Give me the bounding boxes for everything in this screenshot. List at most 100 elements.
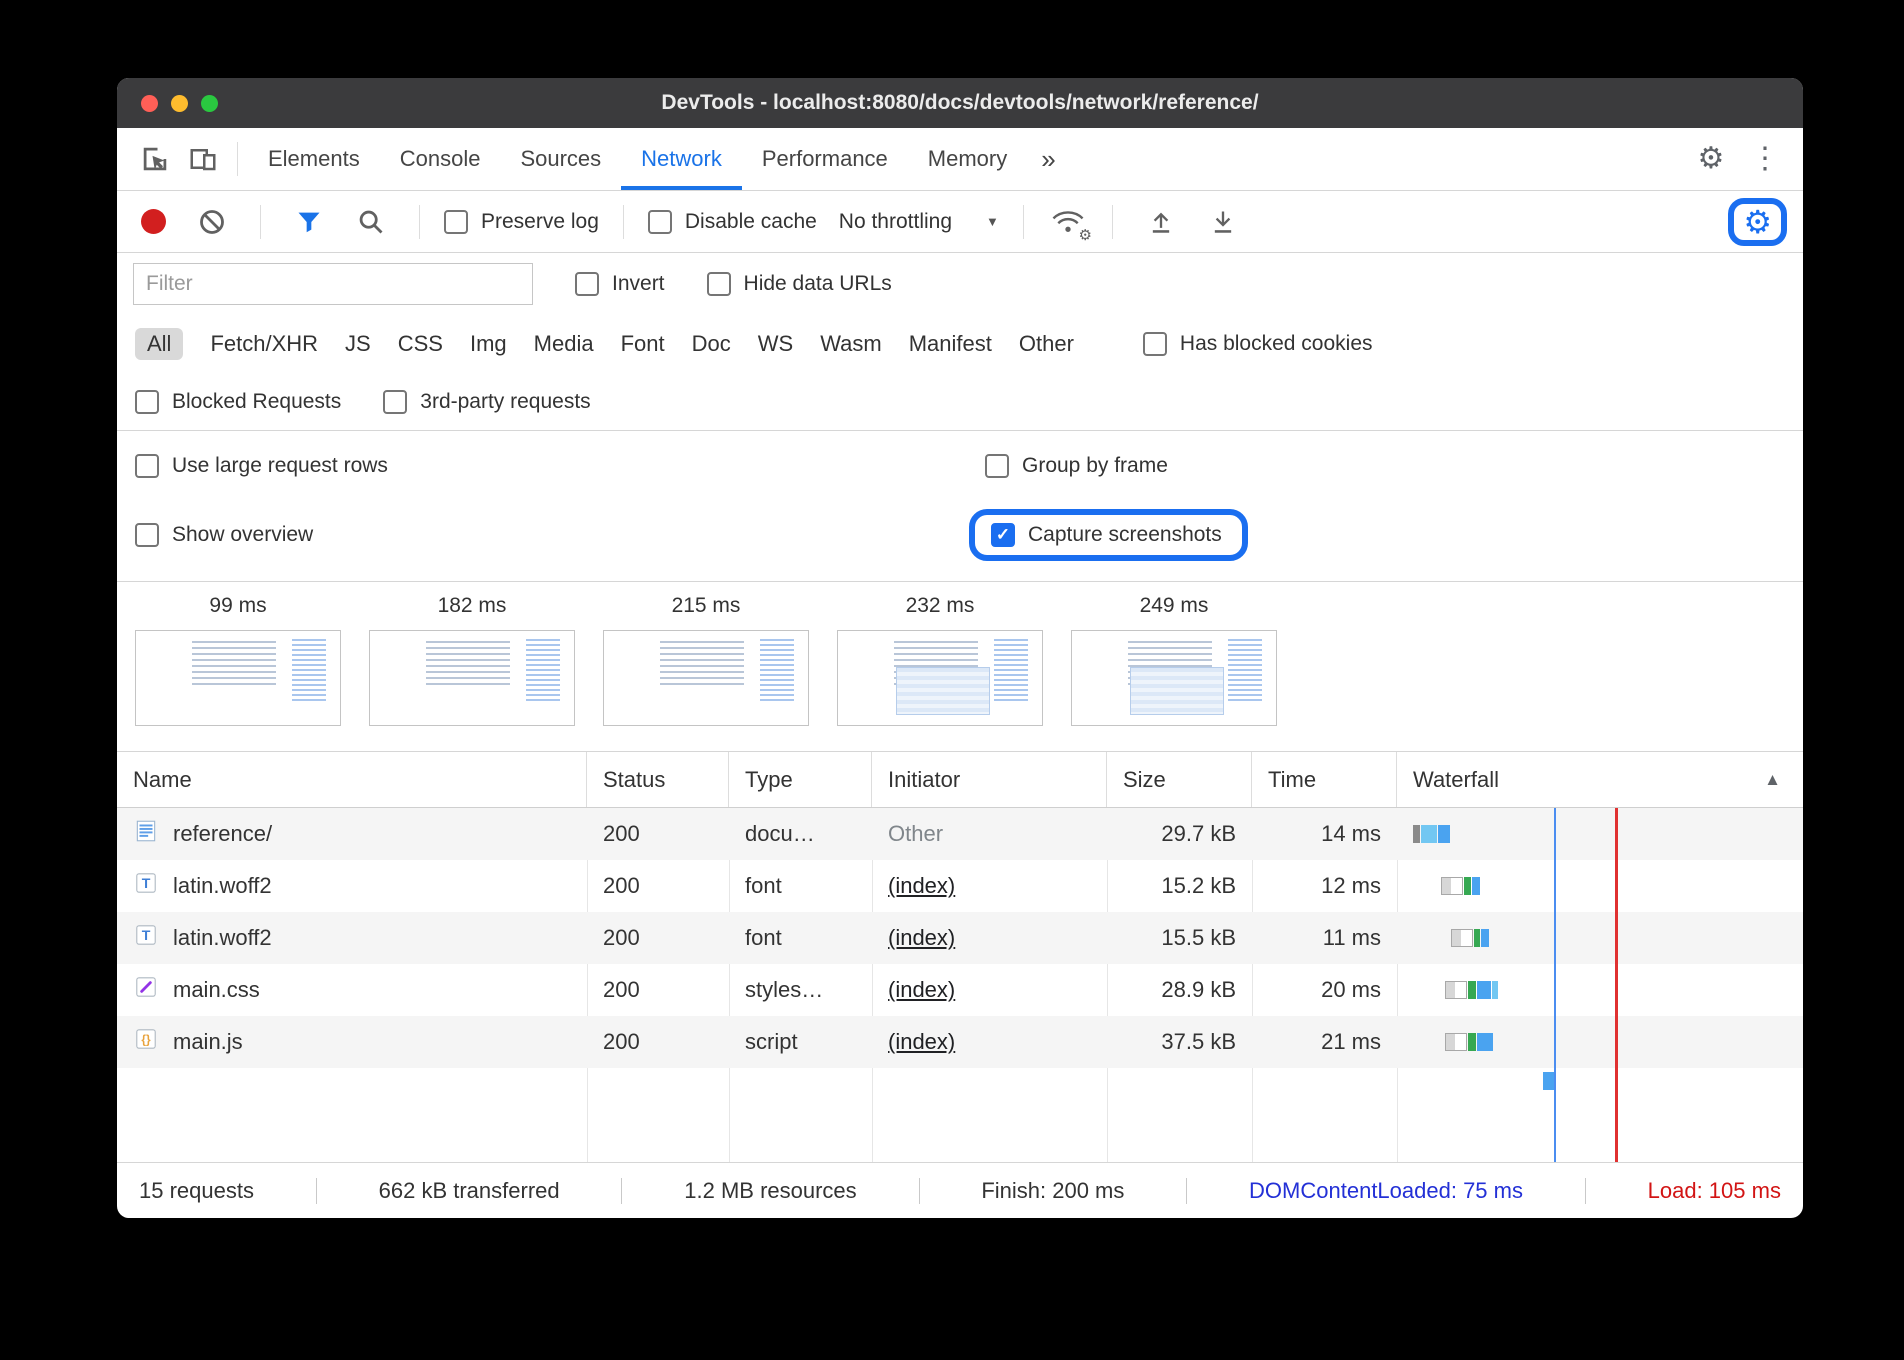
tab-elements[interactable]: Elements (248, 128, 380, 190)
chip-js[interactable]: JS (345, 331, 371, 357)
close-window-button[interactable] (141, 95, 158, 112)
table-row-partial[interactable] (117, 1068, 1803, 1094)
divider (1023, 205, 1024, 239)
table-row[interactable]: {} main.js 200 script (index) 37.5 kB 21… (117, 1016, 1803, 1068)
request-size: 29.7 kB (1107, 808, 1252, 860)
chip-wasm[interactable]: Wasm (820, 331, 882, 357)
throttling-dropdown[interactable]: No throttling ▼ (839, 210, 999, 234)
search-icon[interactable] (347, 198, 395, 246)
screenshot-thumbnail[interactable] (135, 630, 341, 726)
column-header-type[interactable]: Type (729, 752, 872, 807)
tab-memory[interactable]: Memory (908, 128, 1027, 190)
table-row[interactable]: main.css 200 styles… (index) 28.9 kB 20 … (117, 964, 1803, 1016)
show-overview-toggle[interactable]: Show overview (135, 523, 985, 547)
chip-css[interactable]: CSS (398, 331, 443, 357)
group-by-frame-checkbox[interactable] (985, 454, 1009, 478)
blocked-requests-checkbox[interactable] (135, 390, 159, 414)
more-tabs-button[interactable]: » (1027, 128, 1069, 190)
chip-ws[interactable]: WS (758, 331, 793, 357)
filter-input[interactable] (133, 263, 533, 305)
has-blocked-cookies-toggle[interactable]: Has blocked cookies (1143, 332, 1373, 356)
capture-screenshots-checkbox[interactable]: ✓ (991, 523, 1015, 547)
chip-all[interactable]: All (135, 328, 183, 360)
initiator-link[interactable]: (index) (888, 873, 955, 899)
waterfall-bars (1445, 964, 1498, 1016)
column-header-size[interactable]: Size (1107, 752, 1252, 807)
tab-performance[interactable]: Performance (742, 128, 908, 190)
settings-gear-icon[interactable]: ⚙ (1687, 135, 1735, 183)
filmstrip-frame[interactable]: 249 ms (1071, 594, 1277, 751)
initiator-link[interactable]: (index) (888, 1029, 955, 1055)
inspect-element-icon[interactable] (131, 135, 179, 183)
filmstrip-frame[interactable]: 232 ms (837, 594, 1043, 751)
import-har-icon[interactable] (1137, 198, 1185, 246)
third-party-requests-toggle[interactable]: 3rd-party requests (383, 390, 590, 414)
show-overview-checkbox[interactable] (135, 523, 159, 547)
initiator-link[interactable]: (index) (888, 977, 955, 1003)
filter-toggle-icon[interactable] (285, 198, 333, 246)
preserve-log-toggle[interactable]: Preserve log (444, 210, 599, 234)
column-header-status[interactable]: Status (587, 752, 729, 807)
network-settings-gear-button[interactable]: ⚙ (1743, 206, 1772, 238)
blocked-filters-row: Blocked Requests 3rd-party requests (117, 373, 1803, 431)
chip-font[interactable]: Font (621, 331, 665, 357)
chip-img[interactable]: Img (470, 331, 507, 357)
tab-sources[interactable]: Sources (500, 128, 621, 190)
minimize-window-button[interactable] (171, 95, 188, 112)
throttling-value: No throttling (839, 210, 952, 234)
has-blocked-cookies-checkbox[interactable] (1143, 332, 1167, 356)
kebab-menu-icon[interactable]: ⋮ (1741, 135, 1789, 183)
filmstrip-frame[interactable]: 99 ms (135, 594, 341, 751)
column-header-name[interactable]: Name (117, 752, 587, 807)
chip-doc[interactable]: Doc (692, 331, 731, 357)
blocked-requests-label: Blocked Requests (172, 390, 341, 414)
column-header-waterfall[interactable]: Waterfall ▲ (1397, 752, 1803, 807)
divider (419, 205, 420, 239)
screenshot-thumbnail[interactable] (1071, 630, 1277, 726)
record-network-log-button[interactable] (141, 209, 166, 234)
invert-checkbox[interactable] (575, 272, 599, 296)
disable-cache-checkbox[interactable] (648, 210, 672, 234)
network-toolbar: Preserve log Disable cache No throttling… (117, 191, 1803, 253)
blocked-requests-toggle[interactable]: Blocked Requests (135, 390, 341, 414)
column-header-initiator[interactable]: Initiator (872, 752, 1107, 807)
table-body: reference/ 200 docu… Other 29.7 kB 14 ms… (117, 808, 1803, 1162)
tab-console[interactable]: Console (380, 128, 501, 190)
table-row[interactable]: T latin.woff2 200 font (index) 15.2 kB 1… (117, 860, 1803, 912)
third-party-requests-checkbox[interactable] (383, 390, 407, 414)
chip-media[interactable]: Media (534, 331, 594, 357)
invert-toggle[interactable]: Invert (575, 272, 665, 296)
column-header-time[interactable]: Time (1252, 752, 1397, 807)
use-large-rows-toggle[interactable]: Use large request rows (135, 454, 985, 478)
preserve-log-checkbox[interactable] (444, 210, 468, 234)
zoom-window-button[interactable] (201, 95, 218, 112)
hide-data-urls-toggle[interactable]: Hide data URLs (707, 272, 892, 296)
table-row[interactable]: reference/ 200 docu… Other 29.7 kB 14 ms (117, 808, 1803, 860)
request-name: latin.woff2 (173, 873, 272, 899)
group-by-frame-toggle[interactable]: Group by frame (985, 454, 1785, 478)
tab-network[interactable]: Network (621, 128, 742, 190)
disable-cache-toggle[interactable]: Disable cache (648, 210, 817, 234)
chip-fetch-xhr[interactable]: Fetch/XHR (210, 331, 318, 357)
chip-manifest[interactable]: Manifest (909, 331, 992, 357)
screenshot-thumbnail[interactable] (369, 630, 575, 726)
filmstrip-frame[interactable]: 182 ms (369, 594, 575, 751)
table-row[interactable]: T latin.woff2 200 font (index) 15.5 kB 1… (117, 912, 1803, 964)
export-har-icon[interactable] (1199, 198, 1247, 246)
screenshot-thumbnail[interactable] (837, 630, 1043, 726)
device-toolbar-icon[interactable] (179, 135, 227, 183)
frame-timestamp: 215 ms (672, 594, 741, 618)
use-large-rows-checkbox[interactable] (135, 454, 159, 478)
clear-network-log-button[interactable] (188, 198, 236, 246)
devtools-window: DevTools - localhost:8080/docs/devtools/… (117, 78, 1803, 1218)
third-party-requests-label: 3rd-party requests (420, 390, 590, 414)
screenshot-thumbnail[interactable] (603, 630, 809, 726)
request-size: 15.5 kB (1107, 912, 1252, 964)
capture-screenshots-toggle[interactable]: ✓ Capture screenshots (991, 523, 1222, 547)
font-icon: T (133, 870, 159, 902)
chip-other[interactable]: Other (1019, 331, 1074, 357)
initiator-link[interactable]: (index) (888, 925, 955, 951)
filmstrip-frame[interactable]: 215 ms (603, 594, 809, 751)
network-conditions-icon[interactable]: ⚙ (1048, 204, 1088, 240)
hide-data-urls-checkbox[interactable] (707, 272, 731, 296)
